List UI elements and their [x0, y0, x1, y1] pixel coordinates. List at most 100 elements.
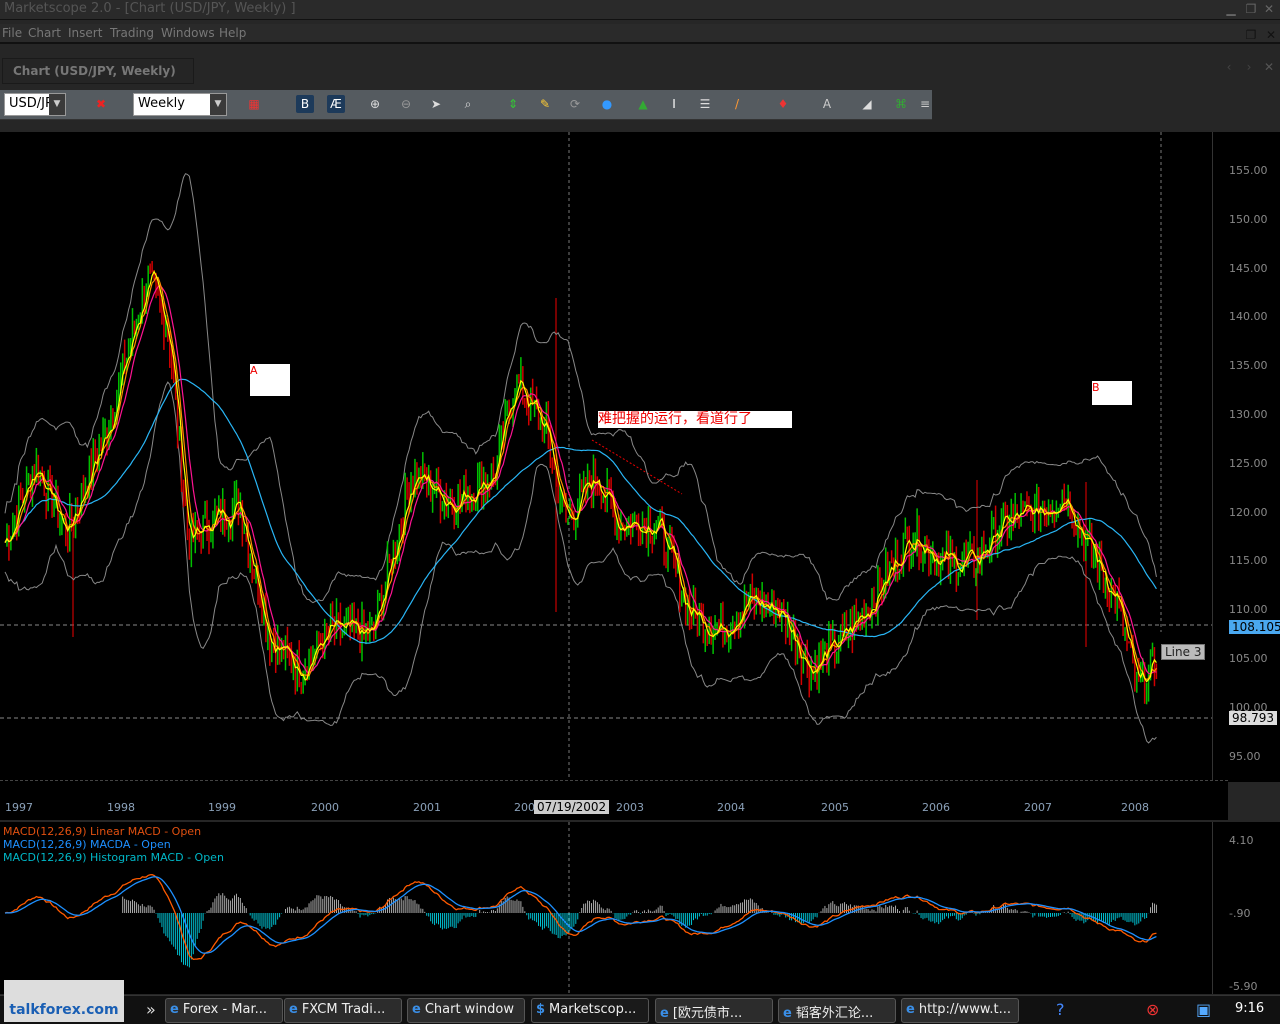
taskbar-item[interactable]: e [欧元债市... — [655, 998, 773, 1023]
taskbar-item[interactable]: e http://www.t... — [901, 998, 1019, 1023]
annotation-a-label: A — [250, 364, 258, 377]
menu-windows[interactable]: Windows — [161, 26, 215, 40]
eraser-icon[interactable]: ◢ — [858, 95, 876, 113]
tray-close-icon[interactable]: ⊗ — [1146, 1000, 1159, 1019]
mdi-restore-icon[interactable]: ❐ — [1244, 28, 1258, 42]
tab-next-icon[interactable]: › — [1242, 60, 1256, 74]
text-label-icon[interactable]: A — [818, 95, 836, 113]
macd-tick: 4.10 — [1229, 834, 1254, 847]
date-tick: 2006 — [922, 801, 950, 814]
price-tick: 125.00 — [1229, 456, 1268, 470]
marker-icon[interactable]: ♦ — [774, 95, 792, 113]
legend-macda: MACD(12,26,9) MACDA - Open — [3, 838, 171, 851]
menu-insert[interactable]: Insert — [68, 26, 102, 40]
annotation-comment[interactable]: 难把握的运行，看道行了 — [598, 411, 792, 428]
cursor-date-tag: 07/19/2002 — [534, 800, 610, 814]
price-axis: 155.00 150.00 145.00 140.00 135.00 130.00 125.… — [1212, 132, 1280, 782]
date-tick: 2003 — [616, 801, 644, 814]
symbol-select[interactable]: USD/JPY ▼ — [4, 93, 66, 116]
app-icon: e — [170, 1002, 179, 1017]
zoom-out-icon[interactable]: ⊖ — [397, 95, 415, 113]
tab-close-icon[interactable]: ✕ — [1262, 60, 1276, 74]
chart-type-icon[interactable]: ▦ — [245, 95, 263, 113]
app-icon: e — [783, 1006, 792, 1021]
period-select[interactable]: Weekly ▼ — [133, 93, 227, 116]
macd-panel[interactable]: MACD(12,26,9) Linear MACD - Open MACD(12… — [0, 822, 1228, 994]
tab-chart[interactable]: Chart (USD/JPY, Weekly) — [2, 58, 194, 84]
zoom-in-icon[interactable]: ⊕ — [366, 95, 384, 113]
clock[interactable]: 9:16 — [1235, 1001, 1264, 1016]
macd-legend: MACD(12,26,9) Linear MACD - Open MACD(12… — [3, 825, 224, 864]
menu-chart[interactable]: Chart — [28, 26, 61, 40]
annotation-b-label: B — [1092, 381, 1100, 394]
title-bar: Marketscope 2.0 - [Chart (USD/JPY, Weekl… — [0, 0, 1280, 20]
annotation-b[interactable]: B — [1092, 381, 1132, 405]
ma-mid-line — [4, 276, 1157, 681]
menu-trading[interactable]: Trading — [110, 26, 154, 40]
taskbar-item-label: FXCM Tradi... — [301, 1002, 386, 1017]
date-tick: 2007 — [1024, 801, 1052, 814]
current-price-tag: 108.105 — [1229, 620, 1280, 634]
close-icon[interactable]: ✕ — [1262, 2, 1276, 16]
menu-file[interactable]: File — [2, 26, 22, 40]
mdi-close-icon[interactable]: ✕ — [1264, 28, 1278, 42]
macd-tick: -.90 — [1229, 907, 1251, 920]
legend-histogram: MACD(12,26,9) Histogram MACD - Open — [3, 851, 224, 864]
refresh-icon[interactable]: ⟳ — [566, 95, 584, 113]
toggle-b-icon[interactable]: B — [296, 95, 314, 113]
ma-slow-line — [4, 284, 1157, 675]
line-3-label[interactable]: Line 3 — [1161, 644, 1206, 660]
taskbar-item[interactable]: e Forex - Mar... — [165, 998, 283, 1023]
price-tick: 145.00 — [1229, 261, 1268, 275]
zoom-area-icon[interactable]: ⌕ — [459, 95, 477, 113]
taskbar-item-label: Forex - Mar... — [182, 1002, 268, 1017]
taskbar-item[interactable]: e Chart window — [407, 998, 525, 1023]
date-tick: 2001 — [413, 801, 441, 814]
app-icon: e — [906, 1002, 915, 1017]
price-tick: 135.00 — [1229, 359, 1268, 373]
data-window-icon[interactable]: ☰ — [696, 95, 714, 113]
more-icon[interactable]: ≡ — [916, 95, 934, 113]
tab-prev-icon[interactable]: ‹ — [1222, 60, 1236, 74]
taskbar-item[interactable]: e FXCM Tradi... — [284, 998, 402, 1023]
properties-icon[interactable]: ✎ — [536, 95, 554, 113]
restore-icon[interactable]: ❐ — [1244, 2, 1258, 16]
taskbar-item[interactable]: $ Marketscop... — [531, 998, 649, 1023]
cursor-price-tag: 98.793 — [1229, 711, 1277, 725]
minimize-icon[interactable]: ▁ — [1224, 2, 1238, 16]
taskbar-item-label: Marketscop... — [549, 1002, 637, 1017]
text-cursor-icon[interactable]: I — [665, 95, 683, 113]
window-title: Marketscope 2.0 - [Chart (USD/JPY, Weekl… — [4, 1, 296, 16]
expand-icon[interactable]: » — [146, 1000, 156, 1019]
date-tick: 1999 — [208, 801, 236, 814]
pencil-icon[interactable]: / — [728, 95, 746, 113]
date-tick: 2004 — [717, 801, 745, 814]
price-chart[interactable]: A B 难把握的运行，看道行了 Line 3 — [0, 132, 1226, 780]
annotation-a[interactable]: A — [250, 364, 290, 396]
taskbar-item-label: Chart window — [424, 1002, 515, 1017]
price-tick: 95.00 — [1229, 749, 1261, 763]
price-tick: 115.00 — [1229, 554, 1268, 568]
chevron-down-icon[interactable]: ▼ — [49, 94, 65, 115]
chevron-down-icon[interactable]: ▼ — [210, 94, 226, 115]
network-tray-icon[interactable]: ▣ — [1196, 1000, 1211, 1019]
taskbar: talkforex.com » e Forex - Mar... e FXCM Tra… — [0, 980, 1280, 1024]
app-icon: e — [289, 1002, 298, 1017]
red-trend-line — [591, 439, 683, 495]
globe-icon[interactable]: ● — [598, 95, 616, 113]
network-icon[interactable]: ⌘ — [892, 95, 910, 113]
image-icon[interactable]: ▲ — [634, 95, 652, 113]
menu-help[interactable]: Help — [219, 26, 246, 40]
crosshair-icon[interactable]: ⇕ — [504, 95, 522, 113]
price-tick: 155.00 — [1229, 164, 1268, 177]
chart-toolbar: USD/JPY ▼ ✖ Weekly ▼ ▦ B Æ ⊕ ⊖ ➤ ⌕ ⇕ ✎ ⟳ ● ▲ I ☰ / ♦ A ◢ ⌘ ≡ — [0, 90, 932, 120]
taskbar-item-label: [欧元债市... — [672, 1006, 743, 1021]
price-tick: 120.00 — [1229, 505, 1268, 519]
toggle-ae-icon[interactable]: Æ — [327, 95, 345, 113]
cursor-icon[interactable]: ➤ — [427, 95, 445, 113]
ma-fast-line — [4, 270, 1157, 683]
talkforex-logo: talkforex.com — [4, 980, 124, 1022]
link-icon[interactable]: ✖ — [92, 95, 110, 113]
taskbar-item[interactable]: e 韬客外汇论... — [778, 998, 896, 1023]
help-tray-icon[interactable]: ? — [1056, 1000, 1065, 1019]
